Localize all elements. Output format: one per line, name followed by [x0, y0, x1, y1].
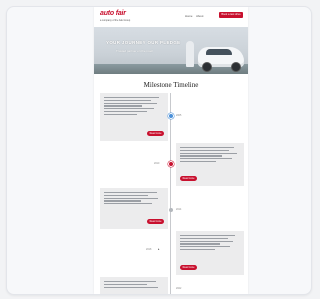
- timeline-axis: [170, 93, 171, 294]
- screenshot-card: auto fair a company of the Ask Group Hom…: [6, 6, 312, 295]
- timeline-item: Read more: [176, 231, 244, 275]
- hero-car-wheel-front: [202, 62, 212, 72]
- hero-person-figure: [186, 41, 194, 67]
- timeline-item-text: [180, 235, 240, 252]
- read-more-button[interactable]: Read more: [180, 265, 197, 270]
- hero-title: YOUR JOURNEY OUR PLEDGE: [106, 40, 181, 45]
- timeline-date: 2010: [154, 162, 160, 165]
- site-header: auto fair a company of the Ask Group Hom…: [94, 7, 248, 27]
- logo-wordmark: auto fair: [100, 10, 126, 17]
- hero-car-window: [206, 49, 232, 55]
- hero-car-wheel-rear: [231, 62, 241, 72]
- timeline-dot: [169, 208, 173, 212]
- web-page: auto fair a company of the Ask Group Hom…: [94, 7, 248, 294]
- timeline-date: 2014: [176, 208, 182, 211]
- read-more-button[interactable]: Read more: [180, 176, 197, 181]
- timeline-date: 2018: [146, 248, 152, 251]
- test-drive-button[interactable]: Book a test drive: [219, 12, 243, 18]
- hero-banner: YOUR JOURNEY OUR PLEDGE Trusted partner …: [94, 27, 248, 74]
- logo-tagline: a company of the Ask Group: [100, 19, 131, 22]
- timeline-date: 2005: [176, 114, 182, 117]
- timeline-dot: [168, 161, 174, 167]
- timeline-item: Read more: [176, 143, 244, 186]
- timeline-item-text: [104, 97, 164, 116]
- read-more-button[interactable]: Read more: [147, 219, 164, 224]
- arrow-right-icon: ▸: [158, 247, 160, 251]
- timeline-item-text: [180, 147, 240, 164]
- timeline-dot: [168, 113, 174, 119]
- top-nav: Home About: [185, 14, 206, 18]
- nav-item-about[interactable]: About: [196, 14, 203, 18]
- section-title: Milestone Timeline: [143, 81, 199, 89]
- read-more-button[interactable]: Read more: [147, 131, 164, 136]
- nav-item-home[interactable]: Home: [185, 14, 192, 18]
- timeline-item-text: [104, 281, 164, 289]
- timeline-date: 2022: [176, 287, 182, 290]
- brand-logo[interactable]: auto fair a company of the Ask Group: [100, 10, 140, 22]
- hero-subtitle: Trusted partner on the road: [116, 49, 153, 53]
- timeline-item: Read more: [100, 188, 168, 229]
- timeline-item: Read more: [100, 93, 168, 141]
- timeline-item-text: [104, 192, 164, 206]
- timeline-item: [100, 277, 168, 294]
